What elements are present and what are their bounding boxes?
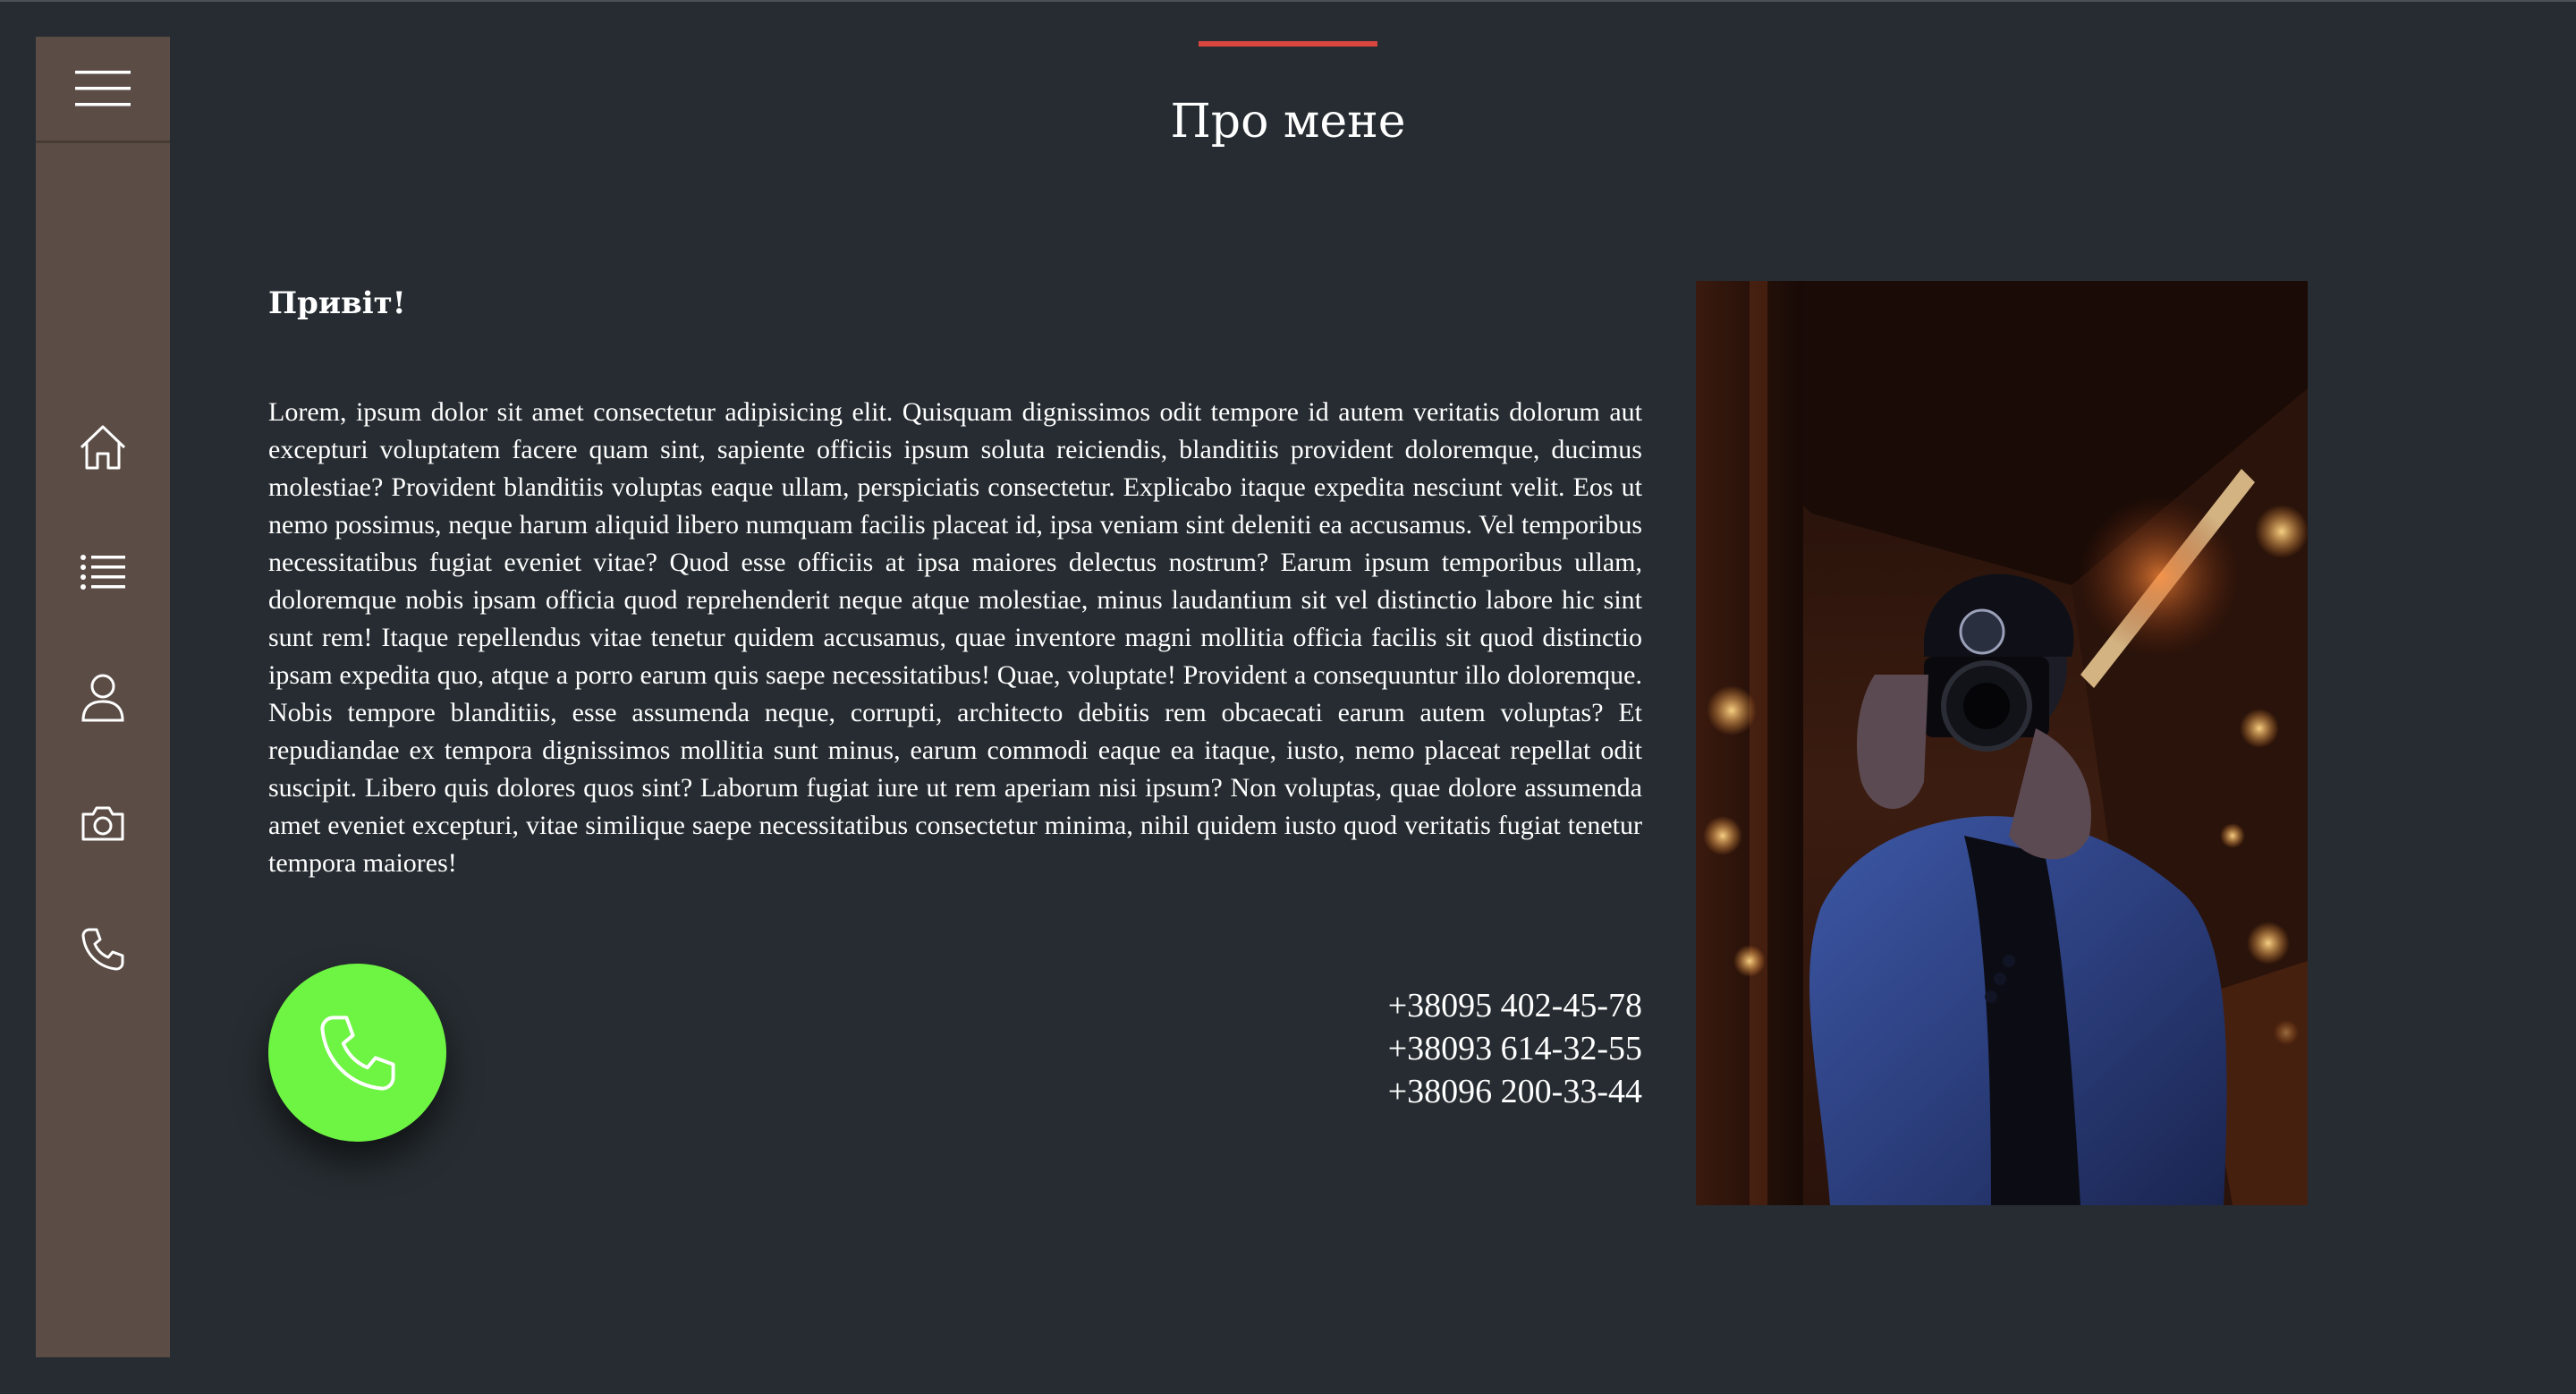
phone-number[interactable]: +38096 200-33-44 bbox=[1388, 1070, 1642, 1113]
sidebar-item-list[interactable] bbox=[36, 531, 170, 612]
list-icon bbox=[80, 555, 125, 590]
sidebar-item-contacts[interactable] bbox=[36, 909, 170, 990]
phone-icon bbox=[319, 1015, 395, 1091]
sidebar-item-profile[interactable] bbox=[36, 658, 170, 738]
sidebar-item-home[interactable] bbox=[36, 407, 170, 488]
sidebar bbox=[36, 37, 170, 1357]
phone-list: +38095 402-45-78 +38093 614-32-55 +38096… bbox=[1388, 984, 1642, 1113]
top-border bbox=[0, 0, 2576, 2]
bio-text: Lorem, ipsum dolor sit amet consectetur … bbox=[268, 397, 1642, 878]
phone-icon bbox=[81, 928, 124, 971]
phone-number[interactable]: +38095 402-45-78 bbox=[1388, 984, 1642, 1027]
home-icon bbox=[80, 425, 126, 470]
user-icon bbox=[81, 674, 124, 722]
greeting-heading: Привіт! bbox=[268, 285, 406, 321]
sidebar-item-gallery[interactable] bbox=[36, 783, 170, 863]
page-title: Про мене bbox=[1170, 95, 1406, 149]
photographer-image bbox=[1696, 281, 2308, 1205]
title-accent-bar bbox=[1199, 41, 1377, 47]
profile-photo bbox=[1696, 281, 2308, 1205]
camera-icon bbox=[81, 806, 124, 841]
phone-number[interactable]: +38093 614-32-55 bbox=[1388, 1027, 1642, 1070]
call-button[interactable] bbox=[268, 964, 446, 1142]
